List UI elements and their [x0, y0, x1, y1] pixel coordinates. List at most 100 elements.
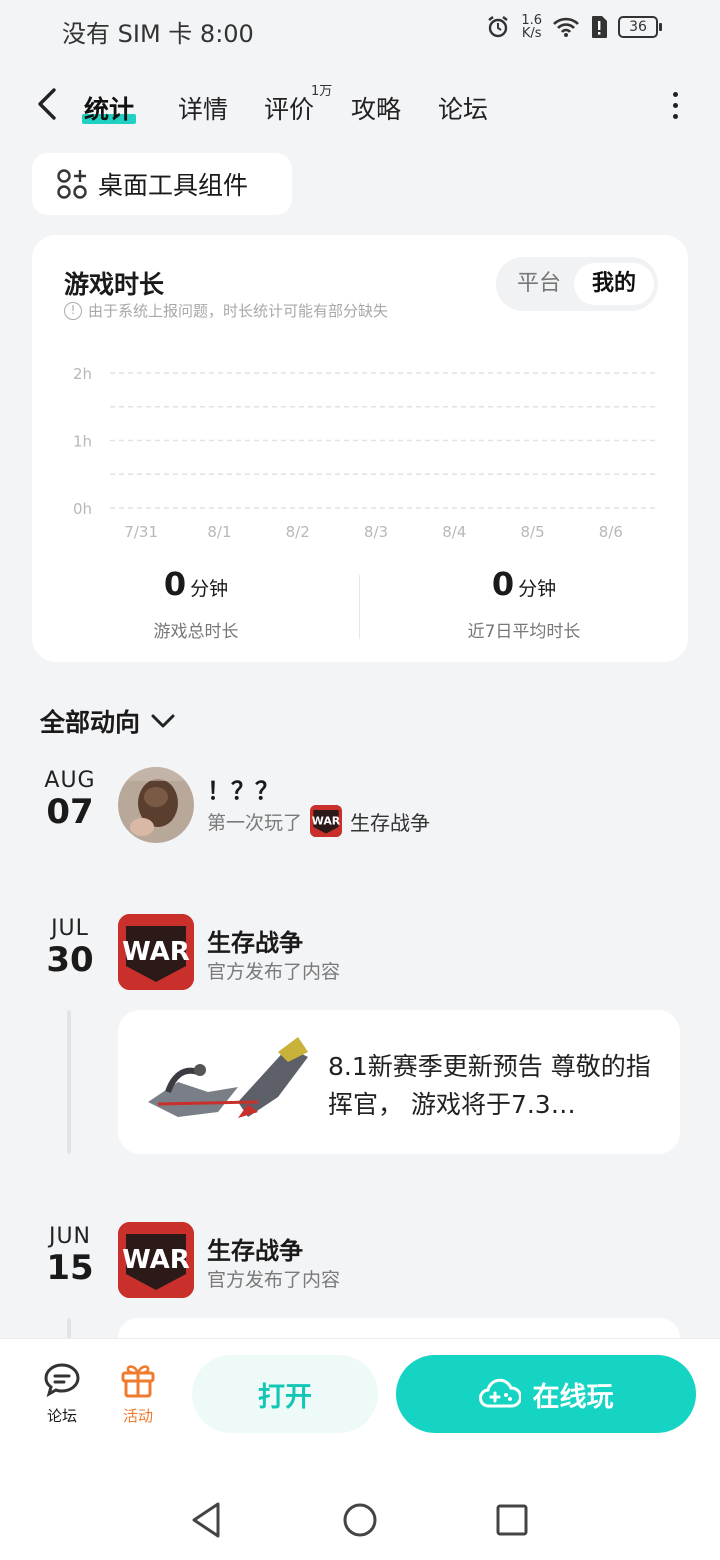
clock: 8:00	[199, 20, 254, 48]
feed-day: 07	[46, 792, 94, 832]
y-tick-label: 1h	[73, 433, 92, 451]
feed-month: AUG	[44, 768, 96, 793]
network-speed: 1.6 K/s	[521, 14, 542, 40]
x-tick-label: 8/5	[521, 523, 545, 541]
feed-sub-text: 官方发布了内容	[207, 961, 341, 983]
tab-reviews[interactable]: 评价	[264, 90, 314, 126]
tab-forum-label: 论坛	[438, 95, 489, 124]
sim-alert-icon	[592, 16, 607, 38]
speed-unit: K/s	[521, 26, 542, 41]
total-play-time-caption: 游戏总时长	[153, 622, 239, 642]
widget-grid-icon	[57, 169, 87, 199]
tab-stats-label: 统计	[84, 95, 135, 124]
timeline-line	[67, 1010, 71, 1154]
info-icon: !	[64, 301, 82, 320]
x-tick-label: 7/31	[124, 523, 158, 541]
avatar-image	[118, 767, 194, 843]
forum-icon	[44, 1363, 80, 1398]
play-time-card: 游戏时长 ! 由于系统上报问题，时长统计可能有部分缺失 平台 我的 2h 1h 0h…	[32, 235, 688, 662]
alarm-icon	[488, 16, 509, 38]
play-time-chart: 2h 1h 0h 7/31 8/1 8/2 8/3 8/4 8/5 8/6	[73, 365, 658, 541]
top-navigation: 统计 详情 评价 1万 攻略 论坛	[0, 70, 720, 142]
forum-nav-button[interactable]: 论坛	[32, 1361, 92, 1426]
system-home-icon[interactable]	[340, 1500, 380, 1540]
svg-text:WAR: WAR	[122, 1245, 190, 1275]
desktop-widget-label: 桌面工具组件	[98, 171, 249, 200]
tab-guides[interactable]: 攻略	[351, 90, 401, 126]
tab-details-label: 详情	[178, 95, 229, 124]
open-button-label: 打开	[258, 1381, 312, 1413]
y-tick-label: 0h	[73, 500, 92, 518]
feed-title-2[interactable]: 生存战争	[207, 923, 303, 958]
system-recents-icon[interactable]	[492, 1500, 532, 1540]
feed-sub-text: 官方发布了内容	[207, 1269, 341, 1291]
play-time-note: ! 由于系统上报问题，时长统计可能有部分缺失	[64, 300, 388, 321]
y-tick-label: 2h	[73, 365, 92, 383]
feed-title-1: ！？？	[207, 777, 279, 805]
status-left: 没有 SIM 卡 8:00	[62, 14, 254, 49]
game-mini-icon: WAR	[310, 805, 343, 837]
gift-icon	[121, 1365, 155, 1398]
feed-date-2: JUL 30	[40, 916, 100, 977]
play-time-note-text: 由于系统上报问题，时长统计可能有部分缺失	[88, 302, 389, 320]
carrier-text: 没有 SIM 卡	[62, 20, 193, 48]
play-online-button[interactable]: 在线玩	[396, 1355, 696, 1433]
wifi-icon	[553, 17, 579, 37]
tab-guides-label: 攻略	[351, 95, 402, 124]
more-menu-icon[interactable]	[670, 92, 680, 122]
play-time-title: 游戏时长	[64, 270, 165, 299]
feed-sub-2: 官方发布了内容	[207, 957, 340, 984]
tab-reviews-label: 评价	[264, 95, 315, 124]
game-icon[interactable]: WAR	[118, 914, 194, 990]
feed-month: JUL	[51, 916, 89, 941]
status-right: 1.6 K/s 36	[485, 14, 662, 40]
desktop-widget-button[interactable]: 桌面工具组件	[32, 153, 292, 215]
feed-day: 15	[46, 1248, 94, 1288]
status-bar: 没有 SIM 卡 8:00 1.6 K/s 36	[0, 0, 720, 60]
reviews-count-badge: 1万	[311, 84, 333, 99]
segment-mine[interactable]: 我的	[574, 263, 654, 305]
feed-day: 30	[46, 940, 94, 980]
feed-month: JUN	[48, 1224, 92, 1249]
tab-forum[interactable]: 论坛	[438, 90, 488, 126]
play-time-metrics: 0 分钟 游戏总时长 0 分钟 近7日平均时长	[32, 565, 688, 645]
cloud-gamepad-icon	[478, 1378, 521, 1408]
post-card[interactable]: 8.1新赛季更新预告 尊敬的指挥官， 游戏将于7.3…	[118, 1010, 680, 1154]
feed-sub-prefix: 第一次玩了	[207, 811, 303, 834]
activity-nav-label: 活动	[122, 1407, 153, 1425]
average-play-time: 0 分钟 近7日平均时长	[360, 565, 688, 642]
post-text: 8.1新赛季更新预告 尊敬的指挥官， 游戏将于7.3…	[328, 1052, 651, 1119]
feed-game-name[interactable]: 生存战争	[350, 807, 430, 836]
feed-sub-1: 第一次玩了 WAR 生存战争	[207, 805, 430, 837]
user-avatar[interactable]	[118, 767, 194, 843]
svg-text:WAR: WAR	[312, 814, 341, 827]
feed-date-1: AUG 07	[40, 768, 100, 829]
open-button[interactable]: 打开	[192, 1355, 378, 1433]
battery-indicator: 36	[618, 16, 662, 38]
game-icon[interactable]: WAR	[118, 1222, 194, 1298]
all-activity-filter[interactable]: 全部动向	[40, 703, 176, 739]
platform-mine-toggle: 平台 我的	[496, 257, 658, 311]
total-play-time-unit: 分钟	[190, 578, 229, 600]
back-arrow-icon[interactable]	[28, 84, 68, 124]
chevron-down-icon	[151, 714, 175, 728]
segment-platform[interactable]: 平台	[504, 263, 574, 305]
forum-nav-label: 论坛	[46, 1407, 77, 1425]
activity-nav-button[interactable]: 活动	[108, 1361, 168, 1426]
feed-sub-3: 官方发布了内容	[207, 1265, 340, 1292]
average-play-time-caption: 近7日平均时长	[467, 622, 581, 642]
x-tick-label: 8/2	[286, 523, 310, 541]
svg-text:WAR: WAR	[122, 937, 190, 967]
tab-stats[interactable]: 统计	[82, 90, 137, 126]
x-tick-label: 8/1	[207, 523, 231, 541]
play-online-label: 在线玩	[532, 1381, 614, 1413]
total-play-time-value: 0	[163, 565, 187, 603]
system-back-icon[interactable]	[186, 1500, 226, 1540]
average-play-time-value: 0	[491, 565, 515, 603]
feed-title-3[interactable]: 生存战争	[207, 1231, 303, 1266]
all-activity-label: 全部动向	[40, 708, 141, 737]
x-tick-label: 8/4	[442, 523, 466, 541]
tab-details[interactable]: 详情	[178, 90, 228, 126]
x-tick-label: 8/3	[364, 523, 388, 541]
post-thumbnail	[148, 1037, 308, 1118]
